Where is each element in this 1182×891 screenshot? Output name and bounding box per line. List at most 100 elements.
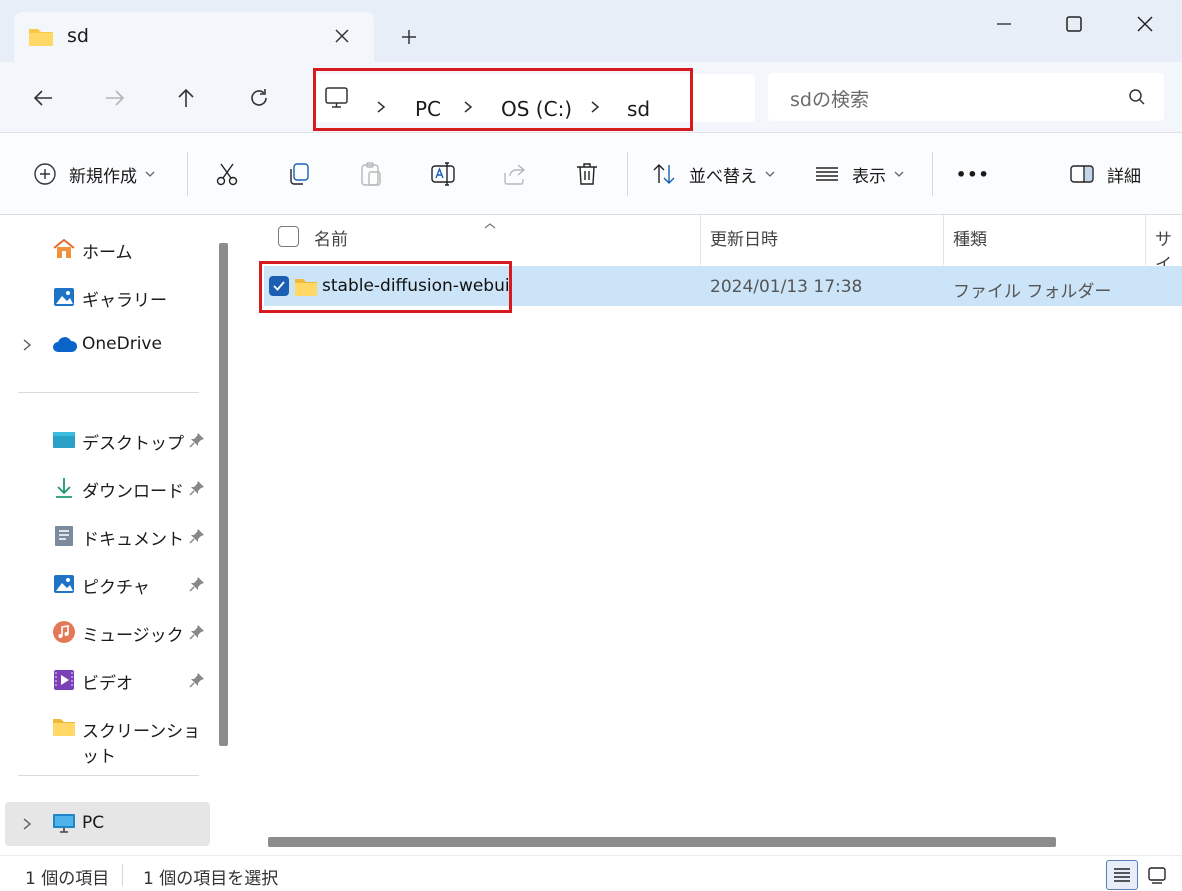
sidebar-item-label: ミュージック (82, 626, 184, 646)
sidebar-item-label: ドキュメント (82, 530, 184, 550)
search-input[interactable]: sdの検索 (790, 85, 869, 112)
column-divider[interactable] (700, 215, 701, 265)
forward-button[interactable] (99, 82, 131, 114)
selection-count: 1 個の項目を選択 (143, 869, 279, 889)
share-button[interactable] (502, 159, 528, 189)
sidebar-item-pictures[interactable]: ピクチャ (0, 562, 210, 606)
command-bar: 新規作成 並べ替え 表示 ••• 詳細 (0, 133, 1182, 215)
chevron-down-icon (894, 171, 904, 177)
item-count: 1 個の項目 (25, 869, 110, 889)
up-button[interactable] (170, 82, 202, 114)
column-divider[interactable] (1145, 215, 1146, 265)
pin-icon[interactable] (189, 528, 205, 548)
sort-button[interactable]: 並べ替え (651, 159, 775, 189)
back-button[interactable] (27, 82, 59, 114)
sidebar-item-pc[interactable]: PC (5, 802, 210, 846)
search-icon[interactable] (1128, 88, 1146, 110)
music-icon (52, 620, 76, 644)
column-header-name[interactable]: 名前 (314, 225, 348, 250)
divider (18, 775, 199, 776)
document-icon (52, 524, 76, 548)
details-pane-button[interactable]: 詳細 (1069, 159, 1141, 189)
search-box[interactable]: sdの検索 (768, 73, 1164, 121)
divider (122, 864, 123, 886)
folder-icon (52, 716, 76, 740)
separator (627, 152, 628, 196)
trash-icon (577, 163, 597, 185)
sidebar-item-music[interactable]: ミュージック (0, 610, 210, 654)
sidebar-item-onedrive[interactable]: OneDrive (0, 323, 210, 367)
separator (932, 152, 933, 196)
horizontal-scrollbar[interactable] (268, 837, 1056, 847)
pin-icon[interactable] (189, 672, 205, 692)
column-header-date[interactable]: 更新日時 (710, 225, 778, 250)
gallery-icon (52, 285, 76, 309)
file-type: ファイル フォルダー (953, 282, 1112, 302)
status-bar: 1 個の項目 1 個の項目を選択 (0, 855, 1182, 891)
sidebar-item-downloads[interactable]: ダウンロード (0, 466, 210, 510)
minimize-button[interactable] (986, 10, 1022, 38)
copy-button[interactable] (286, 159, 312, 189)
close-window-button[interactable] (1127, 10, 1163, 38)
pin-icon[interactable] (189, 432, 205, 452)
file-date: 2024/01/13 17:38 (710, 277, 863, 297)
cloud-icon (52, 333, 78, 357)
title-bar: sd (0, 0, 1182, 62)
sidebar-item-home[interactable]: ホーム (0, 227, 210, 271)
sidebar-item-label: ビデオ (82, 674, 133, 694)
sidebar-item-label: ギャラリー (82, 291, 167, 311)
navigation-pane: ホーム ギャラリー OneDrive デスクトップ ダウンロード ドキュメント … (0, 215, 236, 855)
rename-button[interactable] (430, 159, 456, 189)
address-highlight-box (313, 68, 693, 131)
sidebar-scrollbar[interactable] (219, 243, 228, 746)
sort-icon (653, 164, 675, 184)
sidebar-item-gallery[interactable]: ギャラリー (0, 275, 210, 319)
details-pane-label: 詳細 (1107, 166, 1141, 187)
pin-icon[interactable] (189, 624, 205, 644)
folder-icon (28, 26, 54, 52)
maximize-button[interactable] (1056, 10, 1092, 38)
divider (18, 392, 199, 393)
details-pane-icon (1070, 165, 1094, 183)
sidebar-item-desktop[interactable]: デスクトップ (0, 418, 210, 462)
new-button[interactable]: 新規作成 (33, 159, 155, 189)
more-options-button[interactable]: ••• (956, 159, 990, 189)
video-icon (52, 668, 76, 692)
desktop-icon (52, 428, 76, 452)
sidebar-item-documents[interactable]: ドキュメント (0, 514, 210, 558)
rename-icon (431, 162, 455, 186)
tab-sd[interactable]: sd (14, 12, 374, 62)
new-tab-button[interactable] (396, 24, 422, 50)
copy-icon (290, 163, 309, 185)
scissors-icon (216, 163, 238, 186)
tiles-view-button[interactable] (1141, 860, 1173, 890)
pin-icon[interactable] (189, 480, 205, 500)
sort-ascending-icon (483, 215, 497, 234)
paste-button[interactable] (358, 159, 384, 189)
sidebar-item-screenshots[interactable]: スクリーンショット (0, 706, 210, 767)
more-icon: ••• (956, 164, 990, 184)
download-icon (52, 476, 76, 500)
sidebar-item-label: スクリーンショット (82, 722, 201, 767)
column-divider[interactable] (943, 215, 944, 265)
chevron-down-icon (765, 171, 775, 177)
sort-button-label: 並べ替え (689, 166, 757, 187)
sidebar-item-label: ピクチャ (82, 578, 150, 598)
chevron-right-icon[interactable] (22, 816, 32, 835)
sidebar-item-label: デスクトップ (82, 434, 184, 454)
sidebar-item-videos[interactable]: ビデオ (0, 658, 210, 702)
pin-icon[interactable] (189, 576, 205, 596)
clipboard-icon (361, 162, 381, 186)
refresh-button[interactable] (243, 82, 275, 114)
pc-icon (52, 812, 76, 836)
details-view-button[interactable] (1106, 860, 1138, 890)
select-all-checkbox[interactable] (278, 226, 299, 247)
chevron-right-icon[interactable] (22, 337, 32, 356)
column-header-type[interactable]: 種類 (953, 225, 987, 250)
sidebar-item-label: OneDrive (82, 334, 162, 354)
cut-button[interactable] (214, 159, 240, 189)
sidebar-item-label: ホーム (82, 243, 133, 263)
close-tab-icon[interactable] (330, 24, 354, 48)
view-button[interactable]: 表示 (814, 159, 904, 189)
delete-button[interactable] (574, 159, 600, 189)
